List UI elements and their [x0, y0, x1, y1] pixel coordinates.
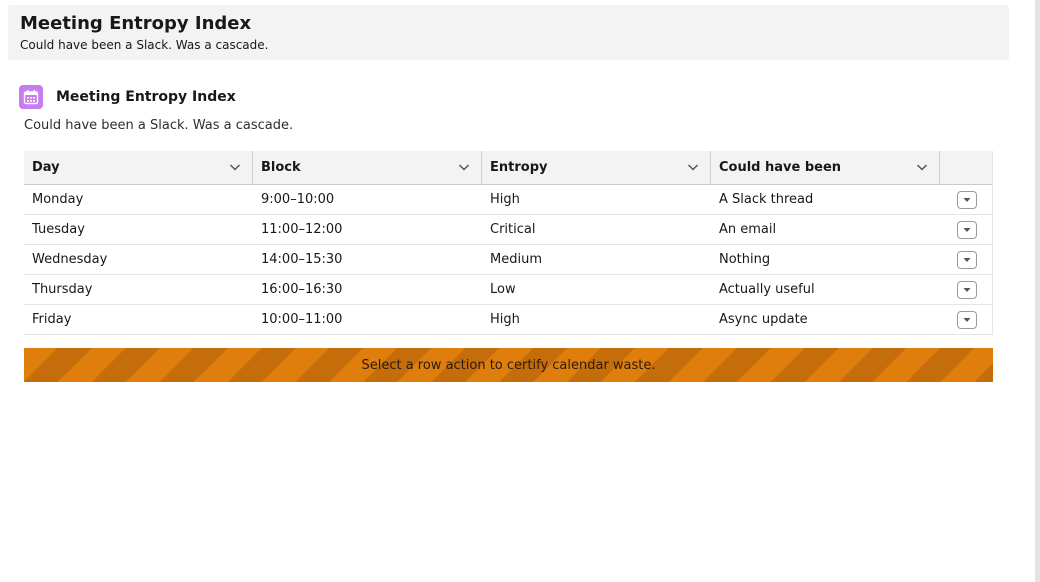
info-banner: Select a row action to certify calendar …: [24, 348, 993, 382]
table-row: Thursday 16:00–16:30 Low Actually useful: [24, 275, 992, 305]
cell-block: 10:00–11:00: [261, 312, 343, 327]
cell-block: 11:00–12:00: [261, 222, 343, 237]
table-row: Monday 9:00–10:00 High A Slack thread: [24, 185, 992, 215]
page-title: Meeting Entropy Index: [20, 13, 252, 34]
card-header: Meeting Entropy Index: [19, 85, 236, 109]
cell-day: Tuesday: [32, 222, 85, 237]
column-header-could-have-been[interactable]: Could have been: [711, 151, 940, 184]
chevron-down-icon[interactable]: [915, 160, 929, 178]
table-row: Wednesday 14:00–15:30 Medium Nothing: [24, 245, 992, 275]
row-action-menu-button[interactable]: [956, 310, 977, 329]
window-edge: [1035, 0, 1040, 582]
cell-could-have-been: Async update: [719, 312, 808, 327]
cell-block: 14:00–15:30: [261, 252, 343, 267]
table-row: Tuesday 11:00–12:00 Critical An email: [24, 215, 992, 245]
cell-day: Monday: [32, 192, 84, 207]
row-action-menu-button[interactable]: [956, 280, 977, 299]
cell-actions: [940, 305, 992, 334]
banner-text: Select a row action to certify calendar …: [361, 357, 656, 373]
column-header-entropy[interactable]: Entropy: [482, 151, 711, 184]
caret-down-icon: [963, 227, 970, 232]
row-action-menu-button[interactable]: [956, 220, 977, 239]
table-row: Friday 10:00–11:00 High Async update: [24, 305, 992, 335]
cell-entropy: Medium: [490, 252, 542, 267]
column-label: Block: [261, 160, 301, 175]
column-header-block[interactable]: Block: [253, 151, 482, 184]
caret-down-icon: [963, 197, 970, 202]
cell-block: 9:00–10:00: [261, 192, 335, 207]
cell-actions: [940, 215, 992, 244]
cell-entropy: Critical: [490, 222, 536, 237]
column-label: Could have been: [719, 160, 842, 175]
table-header: Day Block Entropy Could have been: [24, 151, 992, 185]
cell-block: 16:00–16:30: [261, 282, 343, 297]
chevron-down-icon[interactable]: [686, 160, 700, 178]
calendar-icon: [19, 85, 43, 109]
cell-could-have-been: An email: [719, 222, 777, 237]
cell-entropy: High: [490, 312, 520, 327]
chevron-down-icon[interactable]: [228, 160, 242, 178]
cell-entropy: High: [490, 192, 520, 207]
column-label: Entropy: [490, 160, 548, 175]
page-subtitle: Could have been a Slack. Was a cascade.: [20, 38, 269, 52]
row-action-menu-button[interactable]: [956, 190, 977, 209]
cell-actions: [940, 245, 992, 274]
caret-down-icon: [963, 287, 970, 292]
cell-actions: [940, 185, 992, 214]
caret-down-icon: [963, 317, 970, 322]
data-table: Day Block Entropy Could have been Monday…: [24, 151, 993, 335]
card-description: Could have been a Slack. Was a cascade.: [24, 118, 294, 133]
cell-day: Thursday: [32, 282, 93, 297]
chevron-down-icon[interactable]: [457, 160, 471, 178]
cell-actions: [940, 275, 992, 304]
row-action-menu-button[interactable]: [956, 250, 977, 269]
column-label: Day: [32, 160, 60, 175]
card-title: Meeting Entropy Index: [56, 89, 236, 105]
cell-could-have-been: Nothing: [719, 252, 771, 267]
cell-day: Wednesday: [32, 252, 108, 267]
cell-day: Friday: [32, 312, 72, 327]
cell-could-have-been: A Slack thread: [719, 192, 814, 207]
column-header-actions: [940, 151, 992, 184]
cell-entropy: Low: [490, 282, 516, 297]
cell-could-have-been: Actually useful: [719, 282, 815, 297]
page-header: Meeting Entropy Index Could have been a …: [8, 5, 1009, 60]
column-header-day[interactable]: Day: [24, 151, 253, 184]
caret-down-icon: [963, 257, 970, 262]
